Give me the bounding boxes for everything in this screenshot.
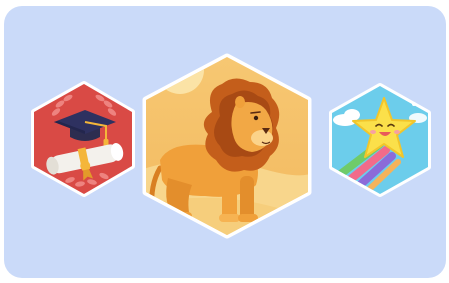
badge-scene (4, 6, 446, 278)
